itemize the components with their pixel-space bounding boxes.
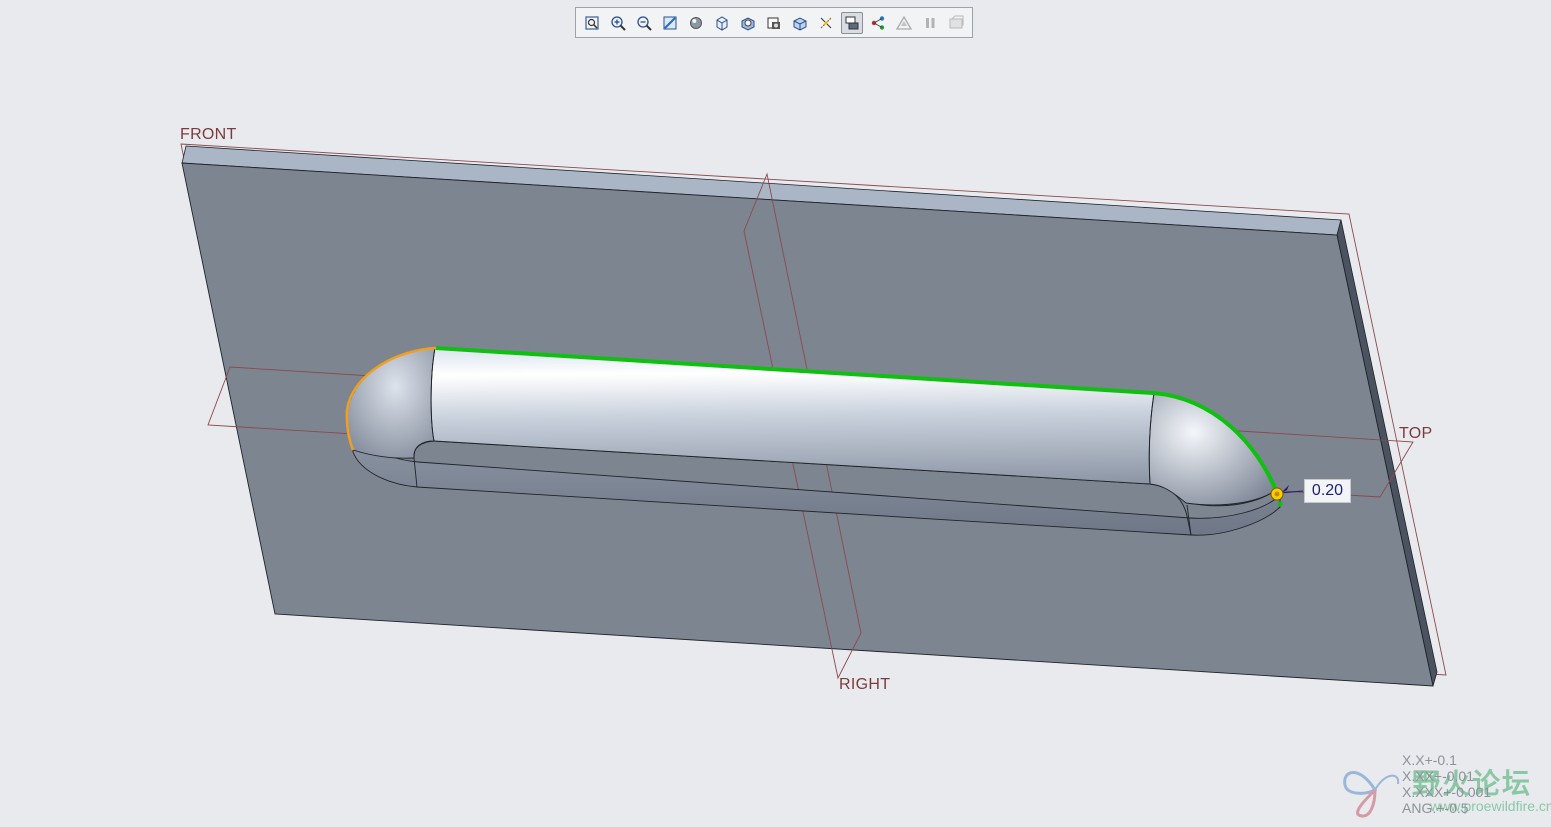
- tolerance-three-decimal: X.XXX+-0.001: [1402, 784, 1492, 800]
- top-datum-label[interactable]: TOP: [1399, 425, 1433, 443]
- butterfly-logo-icon: [1343, 771, 1400, 818]
- right-datum-label[interactable]: RIGHT: [839, 676, 890, 694]
- tolerance-one-decimal: X.X+-0.1: [1402, 752, 1457, 768]
- round-radius-dimension[interactable]: 0.20: [1304, 479, 1351, 503]
- tolerance-two-decimal: X.XX+-0.01: [1402, 768, 1474, 784]
- front-datum-label[interactable]: FRONT: [180, 126, 237, 144]
- handle-anchor: [1277, 501, 1283, 507]
- drag-handle-center: [1274, 491, 1280, 497]
- tolerance-table: X.X+-0.1 X.XX+-0.01 X.XXX+-0.001 ANG.+-0…: [1402, 752, 1491, 816]
- model-viewport[interactable]: [0, 0, 1551, 827]
- tolerance-angle: ANG.+-0.5: [1402, 800, 1469, 816]
